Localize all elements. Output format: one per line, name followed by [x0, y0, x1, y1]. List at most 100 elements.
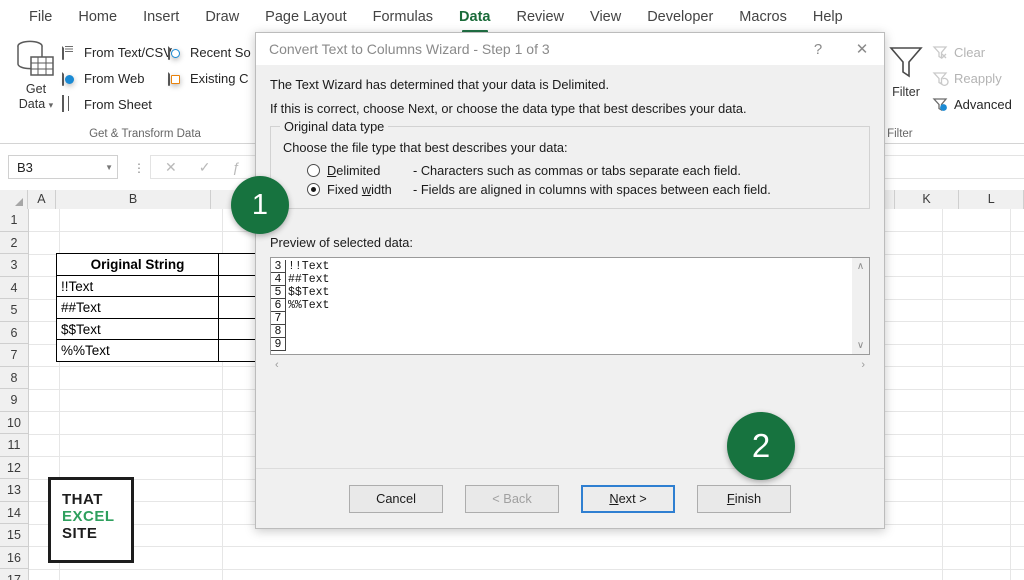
row-header[interactable]: 11 — [0, 434, 29, 457]
filter-label: Filter — [878, 85, 934, 99]
row-header[interactable]: 2 — [0, 232, 29, 255]
radio-fixed-width-indicator[interactable] — [307, 183, 320, 196]
file-globe-icon — [62, 70, 79, 87]
radio-fixed-width-label: Fixed width — [327, 182, 413, 197]
get-data-label-line1: Get — [8, 82, 64, 97]
radio-option-fixed-width[interactable]: Fixed width - Fields are aligned in colu… — [307, 182, 857, 197]
row-header[interactable]: 4 — [0, 277, 29, 300]
table-header-cell[interactable]: Original String — [56, 253, 219, 276]
row-header[interactable]: 6 — [0, 322, 29, 345]
preview-row-number: 6 — [271, 299, 286, 312]
reapply-filter-label: Reapply — [954, 71, 1002, 86]
row-header-column: 1 2 3 4 5 6 7 8 9 10 11 12 13 14 15 16 1… — [0, 209, 29, 580]
name-box[interactable]: B3 ▼ — [8, 155, 118, 179]
formula-bar-expand-handle[interactable]: ⋮ — [133, 161, 145, 175]
original-data-type-sublabel: Choose the file type that best describes… — [283, 140, 857, 155]
ribbon-tab-home[interactable]: Home — [65, 0, 130, 34]
row-header[interactable]: 12 — [0, 457, 29, 480]
ribbon-tab-data[interactable]: Data — [446, 0, 503, 34]
scroll-down-icon[interactable]: ∨ — [857, 340, 864, 351]
ribbon-tab-file[interactable]: File — [16, 0, 65, 34]
preview-row-number: 4 — [271, 273, 286, 286]
ribbon-tab-macros[interactable]: Macros — [726, 0, 800, 34]
advanced-filter-button[interactable]: Advanced — [932, 96, 1012, 113]
radio-delimited-label: Delimited — [327, 163, 413, 178]
finish-button[interactable]: Finish — [697, 485, 791, 513]
reapply-filter-button[interactable]: Reapply — [932, 70, 1002, 87]
help-icon[interactable]: ? — [796, 33, 840, 65]
row-header[interactable]: 15 — [0, 524, 29, 547]
row-header[interactable]: 10 — [0, 412, 29, 435]
scroll-up-icon[interactable]: ∧ — [857, 261, 864, 272]
preview-row-text: %%Text — [286, 299, 329, 312]
column-header-l[interactable]: L — [959, 190, 1024, 209]
radio-delimited-indicator[interactable] — [307, 164, 320, 177]
ribbon-tab-developer[interactable]: Developer — [634, 0, 726, 34]
excel-window: File Home Insert Draw Page Layout Formul… — [0, 0, 1024, 580]
chevron-down-icon: ▼ — [105, 163, 113, 172]
get-data-button[interactable]: Get Data ▾ — [8, 40, 64, 113]
database-icon — [8, 40, 64, 82]
ribbon-tab-formulas[interactable]: Formulas — [360, 0, 446, 34]
row-header[interactable]: 16 — [0, 547, 29, 570]
row-header[interactable]: 1 — [0, 209, 29, 232]
ribbon-tab-help[interactable]: Help — [800, 0, 856, 34]
from-text-csv-button[interactable]: From Text/CSV — [62, 44, 172, 61]
next-button[interactable]: Next > — [581, 485, 675, 513]
preview-pane[interactable]: 3 !!Text 4 ##Text 5 $$Text 6 %%Text — [270, 257, 870, 355]
preview-row-number: 7 — [271, 312, 286, 325]
recent-sources-button[interactable]: Recent So — [168, 44, 251, 61]
from-sheet-button[interactable]: From Sheet — [62, 96, 152, 113]
dialog-body: The Text Wizard has determined that your… — [256, 65, 884, 373]
dialog-title-bar[interactable]: Convert Text to Columns Wizard - Step 1 … — [256, 33, 884, 65]
dialog-message-line2: If this is correct, choose Next, or choo… — [270, 101, 870, 116]
column-header-a[interactable]: A — [28, 190, 57, 209]
filter-button[interactable]: Filter — [878, 42, 934, 99]
preview-row: 3 !!Text — [271, 260, 329, 273]
radio-option-delimited[interactable]: Delimited - Characters such as commas or… — [307, 163, 857, 178]
select-all-corner[interactable] — [0, 190, 28, 209]
from-web-button[interactable]: From Web — [62, 70, 144, 87]
preview-row-number: 9 — [271, 338, 286, 351]
table-cell[interactable]: $$Text — [56, 318, 219, 341]
back-button[interactable]: < Back — [465, 485, 559, 513]
table-cell[interactable]: !!Text — [56, 275, 219, 298]
preview-row-text — [286, 338, 288, 351]
scroll-left-icon[interactable]: ‹ — [275, 359, 279, 371]
table-cell[interactable]: ##Text — [56, 296, 219, 319]
clear-filter-button[interactable]: Clear — [932, 44, 985, 61]
from-text-csv-label: From Text/CSV — [84, 45, 172, 60]
cancel-icon[interactable]: ✕ — [165, 159, 177, 176]
preview-row: 7 — [271, 312, 329, 325]
row-header[interactable]: 3 — [0, 254, 29, 277]
ribbon-tab-view[interactable]: View — [577, 0, 634, 34]
ribbon-tab-insert[interactable]: Insert — [130, 0, 192, 34]
row-header[interactable]: 7 — [0, 344, 29, 367]
clear-filter-icon — [932, 44, 949, 61]
original-data-type-group: Original data type Choose the file type … — [270, 126, 870, 209]
preview-horizontal-scrollbar[interactable]: ‹ › — [270, 356, 870, 373]
row-header[interactable]: 5 — [0, 299, 29, 322]
column-header-k[interactable]: K — [895, 190, 960, 209]
row-header[interactable]: 9 — [0, 389, 29, 412]
recent-sources-icon — [168, 44, 185, 61]
existing-connections-button[interactable]: Existing C — [168, 70, 249, 87]
row-header[interactable]: 13 — [0, 479, 29, 502]
ribbon-tab-page-layout[interactable]: Page Layout — [252, 0, 359, 34]
file-text-icon — [62, 44, 79, 61]
ribbon-tab-review[interactable]: Review — [503, 0, 577, 34]
table-cell[interactable]: %%Text — [56, 339, 219, 362]
cancel-button[interactable]: Cancel — [349, 485, 443, 513]
confirm-icon[interactable]: ✓ — [199, 159, 211, 176]
close-icon[interactable]: ✕ — [840, 33, 884, 65]
row-header[interactable]: 17 — [0, 569, 29, 580]
ribbon-tab-draw[interactable]: Draw — [192, 0, 252, 34]
preview-vertical-scrollbar[interactable]: ∧ ∨ — [852, 258, 869, 354]
preview-row-number: 5 — [271, 286, 286, 299]
ribbon-tab-bar: File Home Insert Draw Page Layout Formul… — [0, 0, 1024, 34]
scroll-right-icon[interactable]: › — [861, 359, 865, 371]
insert-function-icon[interactable]: ƒ — [232, 159, 240, 175]
column-header-b[interactable]: B — [56, 190, 211, 209]
row-header[interactable]: 14 — [0, 502, 29, 525]
row-header[interactable]: 8 — [0, 367, 29, 390]
